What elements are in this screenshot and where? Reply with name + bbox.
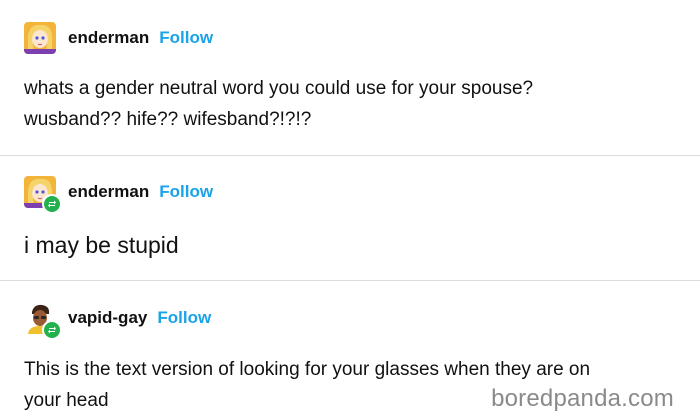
post-header: enderman Follow bbox=[24, 20, 213, 56]
post-1: enderman Follow whats a gender neutral w… bbox=[0, 0, 700, 155]
post-header: enderman Follow bbox=[24, 174, 213, 214]
post-2: enderman Follow i may be stupid bbox=[0, 156, 700, 280]
post-header: vapid-gay Follow bbox=[24, 300, 211, 340]
post-username[interactable]: enderman bbox=[68, 182, 149, 202]
reblog-icon bbox=[42, 320, 62, 340]
post-username[interactable]: enderman bbox=[68, 28, 149, 48]
post-username[interactable]: vapid-gay bbox=[68, 308, 147, 328]
post-text-line: This is the text version of looking for … bbox=[24, 359, 591, 380]
post-text-line: wusband?? hife?? wifesband?!?!? bbox=[24, 109, 312, 130]
avatar[interactable] bbox=[24, 176, 62, 214]
follow-button[interactable]: Follow bbox=[157, 308, 211, 328]
anime-avatar-icon[interactable] bbox=[24, 22, 56, 54]
avatar[interactable] bbox=[24, 302, 62, 340]
reblog-icon bbox=[42, 194, 62, 214]
post-text-line: whats a gender neutral word you could us… bbox=[24, 78, 534, 99]
follow-button[interactable]: Follow bbox=[159, 182, 213, 202]
watermark: boredpanda.com bbox=[491, 385, 674, 412]
post-text: i may be stupid bbox=[24, 232, 179, 258]
post-text: whats a gender neutral word you could us… bbox=[24, 73, 680, 135]
follow-button[interactable]: Follow bbox=[159, 28, 213, 48]
